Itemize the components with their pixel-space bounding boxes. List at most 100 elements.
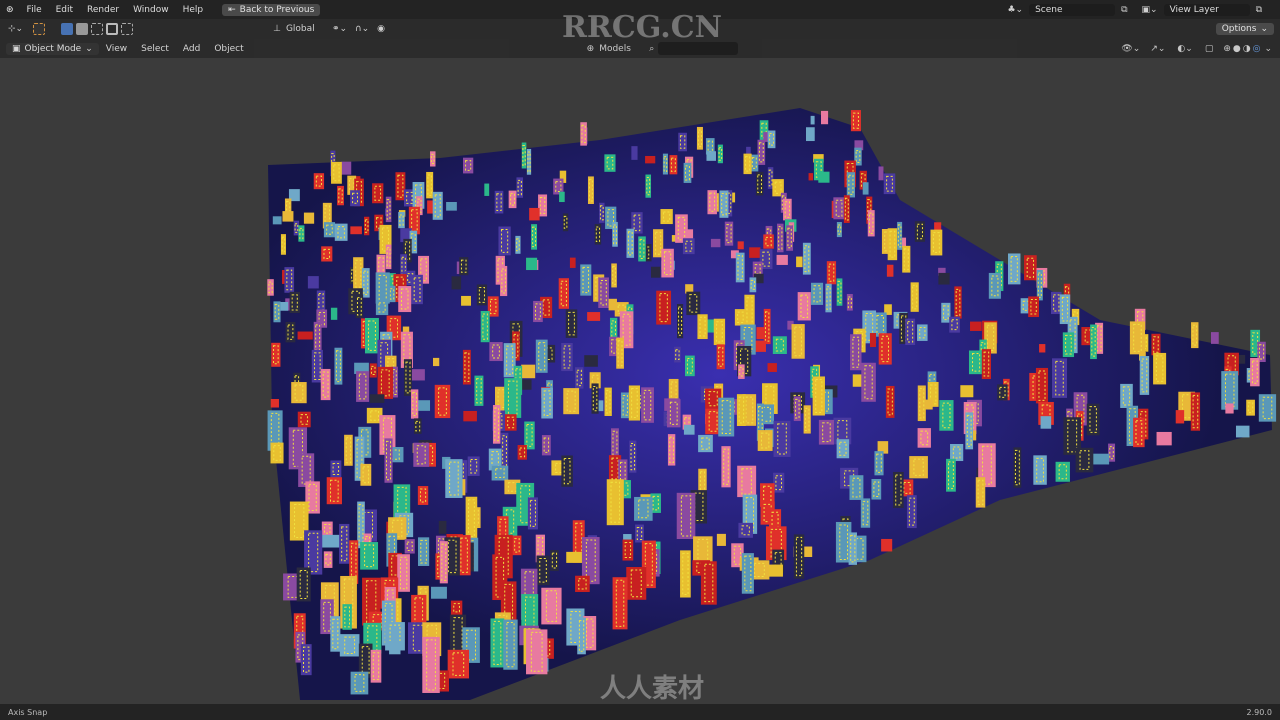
building [721, 446, 731, 488]
snap-icon[interactable]: ∩⌄ [355, 24, 369, 34]
building [389, 641, 401, 655]
back-to-previous-button[interactable]: ⇤ Back to Previous [222, 3, 321, 16]
building [331, 161, 342, 184]
menu-edit[interactable]: Edit [49, 5, 80, 15]
building [677, 303, 684, 339]
gizmo-icon[interactable]: ↗⌄ [1150, 44, 1165, 54]
select-tool-icon[interactable] [33, 23, 46, 35]
blender-logo-icon[interactable]: ⊛ [0, 5, 20, 15]
building [307, 276, 319, 289]
building [587, 176, 594, 204]
shading-solid-icon[interactable]: ● [1233, 44, 1241, 54]
building [563, 388, 580, 415]
mode-label: Object Mode [24, 43, 82, 54]
shading-options-icon[interactable]: ⌄ [1264, 44, 1272, 54]
building [450, 600, 463, 615]
status-bar: Axis Snap 2.90.0 [0, 704, 1280, 720]
options-button[interactable]: Options ⌄ [1215, 23, 1274, 35]
menu-window[interactable]: Window [126, 5, 176, 15]
building [490, 618, 505, 668]
view-layer-field[interactable]: View Layer [1163, 3, 1250, 16]
search-icon[interactable]: ⌕ [649, 44, 654, 54]
menu-view[interactable]: View [99, 44, 134, 54]
building [656, 290, 672, 325]
building [422, 636, 440, 693]
building [793, 534, 805, 579]
building [491, 465, 509, 481]
building [849, 475, 864, 500]
building [736, 394, 746, 426]
building [356, 371, 370, 402]
select-new-icon[interactable] [61, 23, 74, 35]
building [682, 238, 695, 255]
xray-icon[interactable]: ▢ [1205, 44, 1214, 54]
building [710, 238, 721, 248]
new-view-layer-icon[interactable]: ⧉ [1256, 5, 1262, 15]
building [484, 183, 490, 196]
building [719, 190, 729, 218]
menu-help[interactable]: Help [176, 5, 211, 15]
building [683, 424, 695, 435]
building [439, 541, 448, 584]
building [339, 523, 350, 564]
building [641, 387, 654, 423]
menu-object[interactable]: Object [207, 44, 250, 54]
proportional-edit-icon[interactable]: ◉ [377, 24, 385, 34]
building [291, 382, 307, 404]
building [320, 368, 331, 401]
building [410, 389, 419, 419]
menu-select[interactable]: Select [134, 44, 176, 54]
scene-field[interactable]: Scene [1029, 3, 1116, 16]
building [878, 166, 884, 181]
collection-dropdown[interactable]: Models [599, 44, 649, 54]
building [580, 122, 587, 146]
building [836, 222, 842, 238]
mode-dropdown[interactable]: ▣ Object Mode ⌄ [6, 42, 99, 55]
visibility-icon[interactable]: 👁⌄ [1121, 44, 1140, 54]
building [369, 394, 385, 403]
menu-file[interactable]: File [20, 5, 49, 15]
building [767, 363, 777, 372]
menu-render[interactable]: Render [80, 5, 126, 15]
building [1129, 321, 1146, 355]
building [451, 276, 462, 290]
building [737, 241, 744, 250]
scene-icon[interactable]: ♣⌄ [1007, 5, 1023, 15]
building [272, 216, 282, 225]
shading-material-icon[interactable]: ◑ [1243, 44, 1251, 54]
building [716, 344, 725, 370]
building [1092, 453, 1110, 465]
building [666, 399, 681, 428]
shading-wireframe-icon[interactable]: ⊕ [1223, 44, 1231, 54]
building [783, 198, 792, 221]
building [997, 384, 1008, 401]
building [698, 434, 713, 453]
building [626, 567, 647, 600]
building [678, 132, 687, 152]
overlay-icon[interactable]: ◐⌄ [1177, 44, 1192, 54]
building [616, 337, 624, 369]
building [431, 586, 447, 599]
3d-viewport[interactable] [0, 58, 1280, 704]
view-layer-icon[interactable]: ▣⌄ [1142, 5, 1158, 15]
shading-rendered-icon[interactable]: ◎ [1253, 44, 1261, 54]
new-scene-icon[interactable]: ⧉ [1121, 5, 1127, 15]
menu-add[interactable]: Add [176, 44, 207, 54]
building [850, 110, 861, 132]
building [680, 550, 691, 598]
building [1151, 333, 1161, 356]
orientation-dropdown[interactable]: Global [286, 24, 326, 34]
building [938, 272, 950, 285]
building [867, 210, 875, 237]
transform-pivot-icon[interactable]: ⊹⌄ [8, 24, 23, 34]
building [355, 294, 364, 319]
building [1040, 416, 1052, 429]
building [403, 359, 412, 396]
pivot-icon[interactable]: ⚭⌄ [332, 24, 347, 34]
select-intersect-icon[interactable] [121, 23, 134, 35]
building [874, 451, 884, 476]
select-subtract-icon[interactable] [91, 23, 104, 35]
building [1235, 425, 1250, 438]
select-invert-icon[interactable] [106, 23, 119, 35]
select-extend-icon[interactable] [76, 23, 89, 35]
